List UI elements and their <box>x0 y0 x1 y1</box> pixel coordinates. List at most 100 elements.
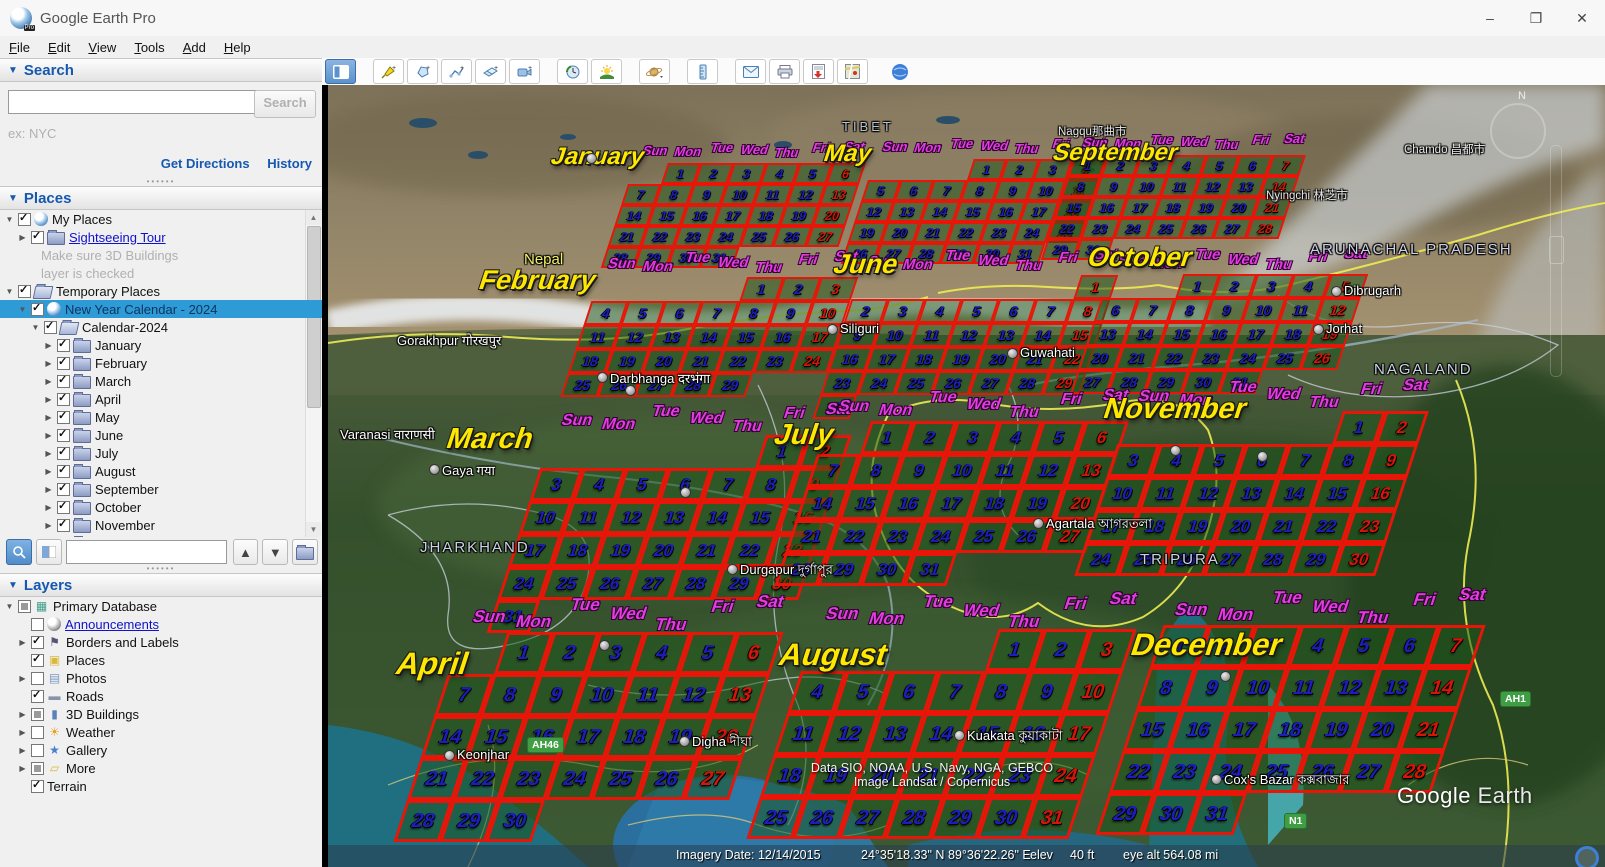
search-panel-header[interactable]: ▼ Search <box>0 58 322 82</box>
expander-icon[interactable]: ▶ <box>43 449 54 458</box>
tree-item-november[interactable]: ▶November <box>0 516 322 534</box>
expander-icon[interactable]: ▶ <box>43 341 54 350</box>
expander-icon[interactable]: ▶ <box>43 503 54 512</box>
move-up-button[interactable]: ▲ <box>233 539 259 565</box>
panel-resize-handle[interactable]: •••••• <box>0 180 322 186</box>
places-panel-header[interactable]: ▼ Places <box>0 186 322 210</box>
tree-item-september[interactable]: ▶September <box>0 480 322 498</box>
expander-icon[interactable]: ▶ <box>43 377 54 386</box>
tree-item-primary-database[interactable]: ▼▦Primary Database <box>0 597 322 615</box>
checkbox[interactable] <box>57 447 70 460</box>
checkbox[interactable] <box>31 762 44 775</box>
placemark-dot[interactable] <box>727 564 738 575</box>
tree-item-january[interactable]: ▶January <box>0 336 322 354</box>
checkbox[interactable] <box>31 690 44 703</box>
checkbox[interactable] <box>31 654 44 667</box>
expander-icon[interactable]: ▶ <box>17 638 28 647</box>
menu-edit[interactable]: Edit <box>39 40 79 55</box>
add-image-overlay-button[interactable]: + <box>475 59 506 84</box>
placemark-dot[interactable] <box>586 153 597 164</box>
toggle-sidebar-button[interactable] <box>325 59 356 84</box>
tree-item-make-sure-3d-buildings[interactable]: Make sure 3D Buildings <box>0 246 322 264</box>
menu-file[interactable]: File <box>0 40 39 55</box>
checkbox[interactable] <box>57 411 70 424</box>
tree-item-june[interactable]: ▶June <box>0 426 322 444</box>
expander-icon[interactable]: ▶ <box>17 746 28 755</box>
checkbox[interactable] <box>57 483 70 496</box>
tree-item-label[interactable]: Sightseeing Tour <box>69 230 166 245</box>
print-button[interactable] <box>769 59 800 84</box>
expander-icon[interactable]: ▼ <box>4 287 15 296</box>
checkbox[interactable] <box>31 744 44 757</box>
view-in-google-maps-button[interactable] <box>837 59 868 84</box>
tree-item-march[interactable]: ▶March <box>0 372 322 390</box>
minimize-button[interactable]: – <box>1467 0 1513 36</box>
historical-imagery-button[interactable] <box>557 59 588 84</box>
expander-icon[interactable]: ▶ <box>17 674 28 683</box>
map-viewport[interactable]: N Data SIO, NOAA, U.S. Navy, NGA, GEBCO … <box>322 85 1605 867</box>
menu-add[interactable]: Add <box>174 40 215 55</box>
get-directions-link[interactable]: Get Directions <box>161 156 250 171</box>
placemark-dot[interactable] <box>1007 348 1018 359</box>
tree-item-weather[interactable]: ▶☀Weather <box>0 723 322 741</box>
search-places-button[interactable] <box>6 539 32 565</box>
checkbox[interactable] <box>57 465 70 478</box>
look-joystick[interactable] <box>1490 103 1546 159</box>
planets-button[interactable] <box>639 59 670 84</box>
placemark-dot[interactable] <box>1313 324 1324 335</box>
checkbox[interactable] <box>57 393 70 406</box>
tree-item-april[interactable]: ▶April <box>0 390 322 408</box>
menu-help[interactable]: Help <box>215 40 260 55</box>
placemark-dot[interactable] <box>1220 671 1231 682</box>
placemark-dot[interactable] <box>827 324 838 335</box>
expander-icon[interactable]: ▼ <box>4 215 15 224</box>
checkbox[interactable] <box>18 600 31 613</box>
placemark-dot[interactable] <box>1033 518 1044 529</box>
expander-icon[interactable]: ▶ <box>43 413 54 422</box>
tree-item-layer-is-checked[interactable]: layer is checked <box>0 264 322 282</box>
record-tour-button[interactable]: + <box>509 59 540 84</box>
expander-icon[interactable]: ▶ <box>43 467 54 476</box>
expander-icon[interactable]: ▼ <box>30 323 41 332</box>
tree-item-roads[interactable]: ▬Roads <box>0 687 322 705</box>
tree-item-temporary-places[interactable]: ▼Temporary Places <box>0 282 322 300</box>
tree-item-more[interactable]: ▶▱More <box>0 759 322 777</box>
zoom-slider[interactable] <box>1550 145 1562 377</box>
tree-item-gallery[interactable]: ▶★Gallery <box>0 741 322 759</box>
placemark-dot[interactable] <box>679 736 690 747</box>
zoom-knob[interactable] <box>1549 236 1564 264</box>
tree-item-february[interactable]: ▶February <box>0 354 322 372</box>
placemark-dot[interactable] <box>680 487 691 498</box>
checkbox[interactable] <box>57 501 70 514</box>
new-folder-button[interactable] <box>292 539 318 565</box>
tree-item-august[interactable]: ▶August <box>0 462 322 480</box>
add-path-button[interactable]: + <box>441 59 472 84</box>
checkbox[interactable] <box>57 357 70 370</box>
checkbox[interactable] <box>18 285 31 298</box>
tree-item-terrain[interactable]: Terrain <box>0 777 322 795</box>
menu-view[interactable]: View <box>79 40 125 55</box>
save-image-button[interactable] <box>803 59 834 84</box>
expander-icon[interactable]: ▶ <box>43 359 54 368</box>
placemark-dot[interactable] <box>599 640 610 651</box>
close-button[interactable]: ✕ <box>1559 0 1605 36</box>
checkbox[interactable] <box>44 321 57 334</box>
tree-item-label[interactable]: Announcements <box>65 617 159 632</box>
search-input[interactable] <box>8 90 256 114</box>
tree-item-calendar-2024[interactable]: ▼Calendar-2024 <box>0 318 322 336</box>
placemark-dot[interactable] <box>597 372 608 383</box>
tree-item-new-year-calendar-2024[interactable]: ▼New Year Calendar - 2024 <box>0 300 322 318</box>
places-filter-input[interactable] <box>66 540 227 564</box>
tree-item-october[interactable]: ▶October <box>0 498 322 516</box>
expander-icon[interactable]: ▶ <box>43 485 54 494</box>
placemark-dot[interactable] <box>954 730 965 741</box>
expander-icon[interactable]: ▶ <box>43 431 54 440</box>
expander-icon[interactable]: ▶ <box>17 710 28 719</box>
checkbox[interactable] <box>18 213 31 226</box>
checkbox[interactable] <box>57 339 70 352</box>
tree-item-photos[interactable]: ▶▤Photos <box>0 669 322 687</box>
expander-icon[interactable]: ▼ <box>17 305 28 314</box>
expander-icon[interactable]: ▼ <box>4 602 15 611</box>
checkbox[interactable] <box>31 726 44 739</box>
checkbox[interactable] <box>57 375 70 388</box>
